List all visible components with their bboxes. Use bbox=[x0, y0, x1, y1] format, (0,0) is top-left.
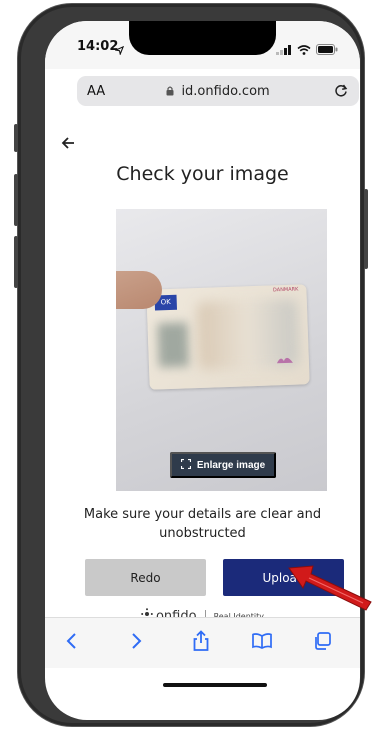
status-bar: 14:02 bbox=[45, 21, 360, 69]
thumb bbox=[116, 271, 162, 309]
web-page: Check your image OK DANMARK Enlarge imag… bbox=[45, 113, 360, 633]
swan-logo-icon bbox=[274, 350, 295, 370]
lock-icon bbox=[166, 85, 174, 100]
reload-icon[interactable] bbox=[333, 82, 349, 102]
status-time: 14:02 bbox=[77, 39, 119, 54]
url-display[interactable]: id.onfido.com bbox=[77, 84, 359, 100]
bookmarks-icon[interactable] bbox=[251, 630, 273, 656]
blurred-photo bbox=[157, 322, 190, 368]
instruction-text: Make sure your details are clear and uno… bbox=[83, 507, 322, 541]
mute-switch bbox=[14, 124, 18, 152]
status-icons bbox=[276, 40, 338, 59]
enlarge-label: Enlarge image bbox=[196, 459, 266, 471]
card-country-text: DANMARK bbox=[272, 286, 299, 294]
notch bbox=[129, 21, 276, 55]
home-indicator bbox=[163, 683, 267, 687]
document-photo: OK DANMARK Enlarge image bbox=[116, 209, 327, 491]
annotation-arrow-icon bbox=[288, 565, 372, 611]
enlarge-image-button[interactable]: Enlarge image bbox=[170, 452, 276, 478]
address-bar[interactable]: AA id.onfido.com bbox=[77, 76, 359, 106]
volume-down-button bbox=[14, 236, 18, 288]
battery-icon bbox=[316, 40, 338, 59]
location-icon bbox=[114, 40, 125, 59]
forward-icon[interactable] bbox=[129, 630, 143, 656]
back-arrow-icon[interactable] bbox=[61, 135, 75, 154]
redo-button[interactable]: Redo bbox=[85, 559, 206, 596]
id-card: OK DANMARK bbox=[146, 284, 310, 390]
tabs-icon[interactable] bbox=[313, 630, 333, 656]
power-button bbox=[364, 189, 368, 269]
back-icon[interactable] bbox=[65, 630, 79, 656]
url-text: id.onfido.com bbox=[181, 84, 270, 99]
browser-toolbar bbox=[45, 617, 360, 668]
wifi-icon bbox=[297, 40, 311, 59]
page-title: Check your image bbox=[116, 163, 289, 185]
volume-up-button bbox=[14, 174, 18, 226]
signal-icon bbox=[276, 40, 292, 59]
expand-icon bbox=[180, 458, 191, 472]
share-icon[interactable] bbox=[191, 630, 211, 656]
